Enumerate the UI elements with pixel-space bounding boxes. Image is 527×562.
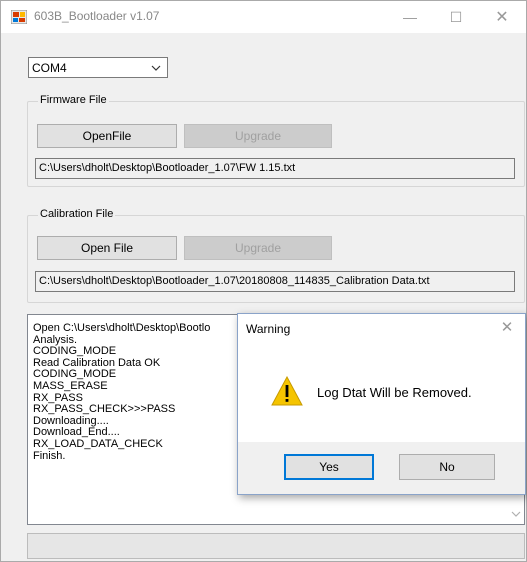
- firmware-open-file-button[interactable]: OpenFile: [37, 124, 177, 148]
- dialog-title: Warning: [246, 322, 291, 336]
- log-lines: Open C:\Users\dholt\Desktop\Bootlo Analy…: [33, 322, 211, 462]
- calibration-upgrade-button[interactable]: Upgrade: [184, 236, 332, 260]
- yes-button[interactable]: Yes: [284, 454, 374, 480]
- bootloader-window: 603B_Bootloader v1.07 — ☐ ✕ COM4 Firmwar…: [0, 0, 527, 562]
- log-line: Finish.: [33, 449, 66, 462]
- warning-icon: [271, 376, 303, 406]
- dialog-close-button[interactable]: ✕: [499, 320, 515, 336]
- calibration-group-legend: Calibration File: [38, 208, 116, 220]
- log-line: MASS_ERASE: [33, 379, 108, 392]
- dialog-footer: Yes No: [238, 442, 525, 494]
- log-line: RX_PASS_CHECK>>>PASS: [33, 403, 176, 416]
- port-select-value: COM4: [32, 61, 67, 75]
- log-line: RX_LOAD_DATA_CHECK: [33, 437, 163, 450]
- firmware-group-legend: Firmware File: [38, 94, 109, 106]
- port-select[interactable]: COM4: [28, 57, 168, 78]
- calibration-path-field[interactable]: C:\Users\dholt\Desktop\Bootloader_1.07\2…: [35, 271, 515, 292]
- window-title: 603B_Bootloader v1.07: [34, 9, 160, 23]
- title-bar[interactable]: 603B_Bootloader v1.07 — ☐ ✕: [1, 1, 526, 33]
- dialog-body: Log Dtat Will be Removed.: [238, 344, 525, 442]
- firmware-upgrade-button[interactable]: Upgrade: [184, 124, 332, 148]
- log-line: Open C:\Users\dholt\Desktop\Bootlo: [33, 322, 211, 334]
- calibration-open-file-button[interactable]: Open File: [37, 236, 177, 260]
- no-button[interactable]: No: [399, 454, 495, 480]
- app-icon: [11, 10, 27, 24]
- chevron-down-icon: [151, 65, 161, 71]
- firmware-path-field[interactable]: C:\Users\dholt\Desktop\Bootloader_1.07\F…: [35, 158, 515, 179]
- maximize-button[interactable]: ☐: [433, 1, 479, 33]
- progress-bar: [27, 533, 525, 559]
- dialog-message: Log Dtat Will be Removed.: [317, 385, 472, 400]
- dialog-title-bar[interactable]: Warning ✕: [238, 314, 525, 344]
- minimize-button[interactable]: —: [387, 1, 433, 33]
- scroll-down-icon[interactable]: [511, 510, 521, 518]
- warning-dialog: Warning ✕ Log Dtat Will be Removed. Yes …: [237, 313, 526, 495]
- close-button[interactable]: ✕: [479, 1, 525, 33]
